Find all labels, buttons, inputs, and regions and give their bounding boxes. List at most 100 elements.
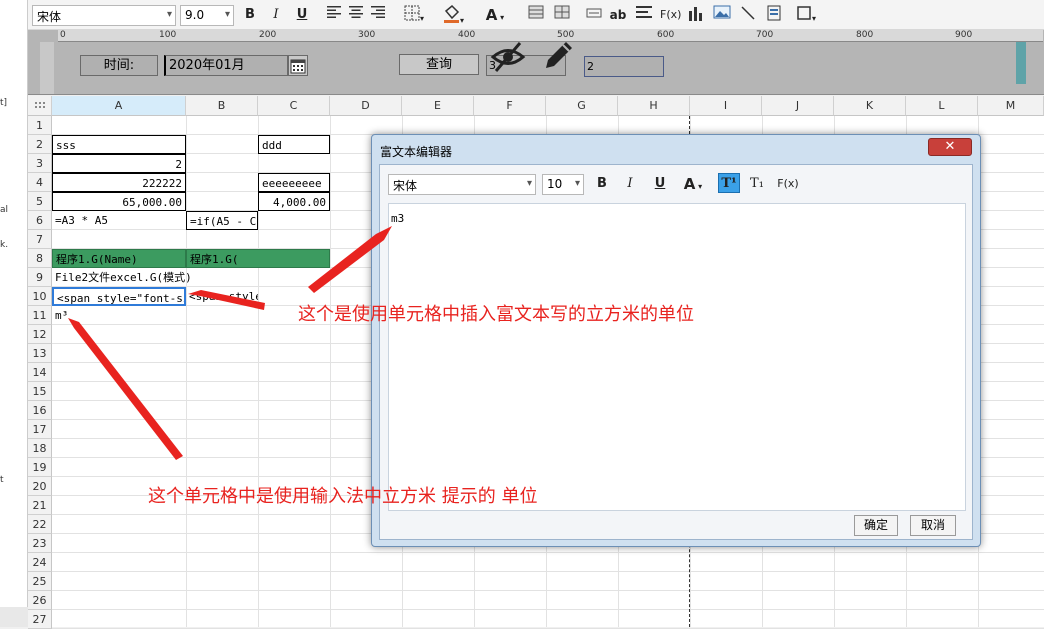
textbox-button[interactable] — [584, 5, 604, 25]
column-header-h[interactable]: H — [618, 96, 690, 116]
chart-button[interactable] — [686, 5, 706, 25]
column-header-m[interactable]: M — [978, 96, 1044, 116]
row-header-26[interactable]: 26 — [28, 591, 52, 610]
cell-a4[interactable]: 222222 — [52, 173, 186, 192]
cell-a9[interactable]: File2文件excel.G(模式) — [52, 268, 232, 287]
calendar-button[interactable] — [288, 55, 308, 76]
font-size-select[interactable]: 9.0 ▾ — [180, 5, 234, 26]
row-header-4[interactable]: 4 — [28, 173, 52, 192]
dialog-formula-button[interactable]: F(x) — [776, 174, 800, 194]
row-header-12[interactable]: 12 — [28, 325, 52, 344]
column-header-e[interactable]: E — [402, 96, 474, 116]
row-header-1[interactable]: 1 — [28, 116, 52, 135]
line-button[interactable] — [738, 5, 758, 25]
font-size-value: 9.0 — [185, 8, 205, 22]
row-header-11[interactable]: 11 — [28, 306, 52, 325]
row-header-23[interactable]: 23 — [28, 534, 52, 553]
text-color-label: A — [485, 6, 498, 24]
paragraph-button[interactable] — [634, 5, 654, 25]
row-header-5[interactable]: 5 — [28, 192, 52, 211]
align-left-button[interactable] — [324, 5, 344, 25]
dialog-italic-button[interactable]: I — [620, 174, 640, 194]
column-header-d[interactable]: D — [330, 96, 402, 116]
panel-scroll-marker[interactable] — [1016, 42, 1026, 84]
dialog-underline-button[interactable]: U — [650, 174, 670, 194]
frame-button[interactable]: ▾ — [792, 5, 820, 25]
column-header-f[interactable]: F — [474, 96, 546, 116]
align-right-button[interactable] — [368, 5, 388, 25]
align-center-button[interactable] — [346, 5, 366, 25]
row-header-13[interactable]: 13 — [28, 344, 52, 363]
cell-a8[interactable]: 程序1.G(Name) — [52, 249, 186, 268]
ok-button[interactable]: 确定 — [854, 515, 898, 536]
column-header-a[interactable]: A — [52, 96, 186, 116]
cell-a5[interactable]: 65,000.00 — [52, 192, 186, 211]
image-button[interactable] — [712, 5, 732, 25]
border-button[interactable]: ▾ — [400, 5, 428, 25]
merge-cells-button[interactable] — [526, 5, 546, 25]
text-color-button[interactable]: A ▾ — [478, 5, 512, 25]
column-header-k[interactable]: K — [834, 96, 906, 116]
row-header-9[interactable]: 9 — [28, 268, 52, 287]
cell-b8[interactable]: 程序1.G( — [186, 249, 330, 268]
split-cells-button[interactable] — [552, 5, 572, 25]
cell-b10[interactable]: <span style — [186, 287, 258, 306]
dialog-size-select[interactable]: 10 ▾ — [542, 174, 584, 195]
cell-c4[interactable]: eeeeeeeee — [258, 173, 330, 192]
underline-button[interactable]: U — [292, 5, 312, 25]
formula-button[interactable]: F(x) — [660, 5, 681, 25]
edit-pencil-icon[interactable] — [540, 38, 574, 72]
row-header-16[interactable]: 16 — [28, 401, 52, 420]
row-header-24[interactable]: 24 — [28, 553, 52, 572]
row-header-15[interactable]: 15 — [28, 382, 52, 401]
cell-c5[interactable]: 4,000.00 — [258, 192, 330, 211]
column-header-b[interactable]: B — [186, 96, 258, 116]
cancel-button[interactable]: 取消 — [910, 515, 956, 536]
row-header-21[interactable]: 21 — [28, 496, 52, 515]
cell-a10[interactable]: <span style="font-siz — [52, 287, 186, 306]
paragraph-lines-icon — [636, 6, 652, 18]
dialog-font-select[interactable]: 宋体 ▾ — [388, 174, 536, 195]
fill-color-button[interactable]: ▾ — [438, 4, 468, 25]
font-name-select[interactable]: 宋体 ▾ — [32, 5, 176, 26]
param-field-2[interactable]: 2 — [584, 56, 664, 77]
italic-button[interactable]: I — [266, 5, 286, 25]
dialog-bold-button[interactable]: B — [592, 174, 612, 194]
row-header-14[interactable]: 14 — [28, 363, 52, 382]
column-header-j[interactable]: J — [762, 96, 834, 116]
row-header-17[interactable]: 17 — [28, 420, 52, 439]
subscript-button[interactable]: T₁ — [746, 174, 768, 194]
cell-a2[interactable]: sss — [52, 135, 186, 154]
superscript-button[interactable]: T¹ — [718, 173, 740, 193]
row-header-25[interactable]: 25 — [28, 572, 52, 591]
row-header-10[interactable]: 10 — [28, 287, 52, 306]
dialog-color-button[interactable]: A ▾ — [678, 174, 708, 194]
row-header-22[interactable]: 22 — [28, 515, 52, 534]
barcode-button[interactable] — [764, 5, 784, 25]
date-input[interactable]: 2020年01月 — [164, 55, 288, 76]
row-header-8[interactable]: 8 — [28, 249, 52, 268]
row-header-2[interactable]: 2 — [28, 135, 52, 154]
row-header-19[interactable]: 19 — [28, 458, 52, 477]
cell-c2[interactable]: ddd — [258, 135, 330, 154]
cell-a6[interactable]: =A3 * A5 — [52, 211, 186, 230]
row-header-18[interactable]: 18 — [28, 439, 52, 458]
column-header-g[interactable]: G — [546, 96, 618, 116]
column-header-i[interactable]: I — [690, 96, 762, 116]
cell-a11[interactable]: m³ — [52, 306, 186, 325]
rich-text-editor-area[interactable]: m3 — [388, 203, 966, 511]
column-header-c[interactable]: C — [258, 96, 330, 116]
wrap-text-button[interactable]: ab — [608, 5, 628, 25]
row-header-27[interactable]: 27 — [28, 610, 52, 629]
query-button[interactable]: 查询 — [399, 54, 479, 75]
cell-b6[interactable]: =if(A5 - C5 — [186, 211, 258, 230]
cell-a3[interactable]: 2 — [52, 154, 186, 173]
close-button[interactable]: ✕ — [928, 138, 972, 156]
row-header-6[interactable]: 6 — [28, 211, 52, 230]
bold-button[interactable]: B — [240, 5, 260, 25]
select-all-corner[interactable] — [28, 96, 52, 116]
row-header-3[interactable]: 3 — [28, 154, 52, 173]
row-header-7[interactable]: 7 — [28, 230, 52, 249]
column-header-l[interactable]: L — [906, 96, 978, 116]
row-header-20[interactable]: 20 — [28, 477, 52, 496]
